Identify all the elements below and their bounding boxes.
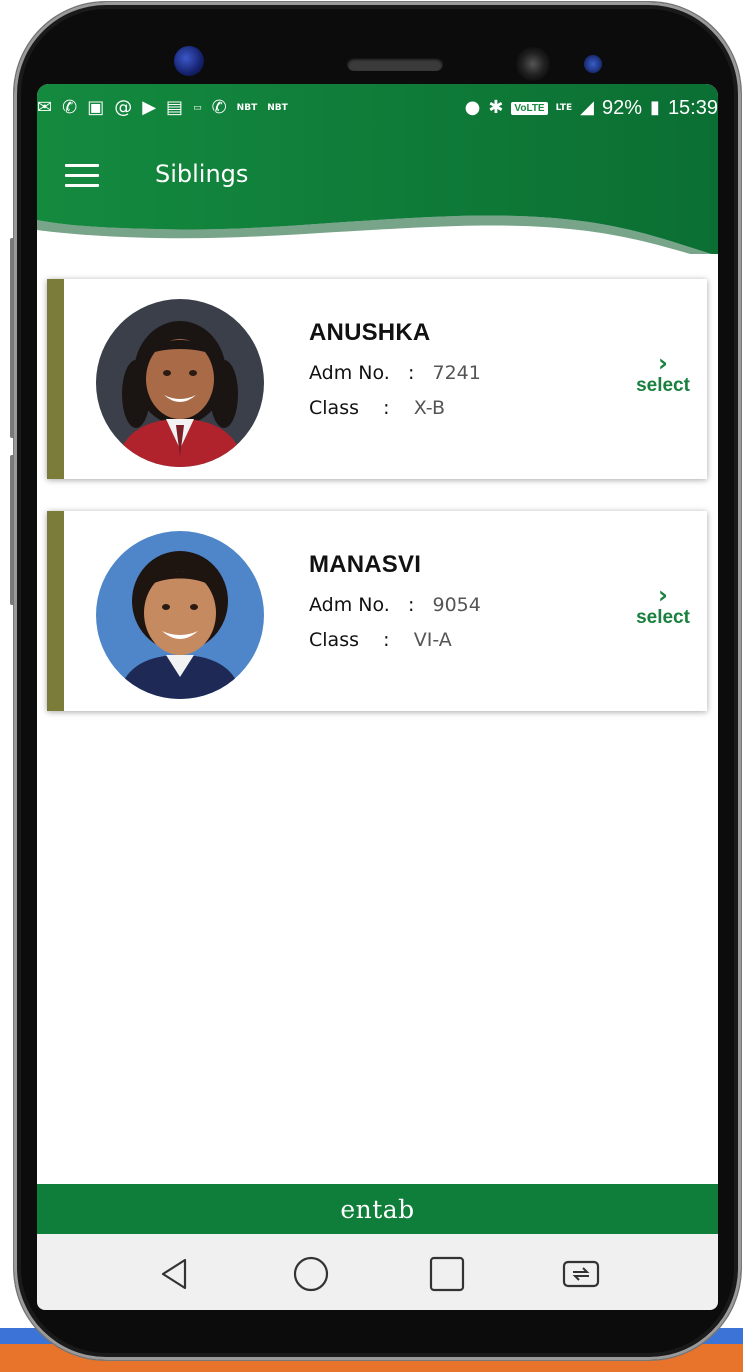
select-button[interactable]: › select	[633, 351, 693, 397]
amazon-icon: ▭	[193, 103, 202, 113]
sibling-card[interactable]: ANUSHKA Adm No. : 7241 Class : X-B › sel…	[47, 279, 707, 479]
lte-label: LTE	[555, 103, 573, 113]
missed-call-icon: ✆	[211, 97, 227, 118]
network-label-2: NBT	[267, 103, 288, 113]
iris-sensor	[516, 47, 550, 81]
battery-icon: ▮	[650, 97, 660, 118]
home-icon[interactable]	[291, 1254, 331, 1294]
class-value: X-B	[413, 397, 446, 419]
student-avatar	[96, 531, 264, 699]
footer-bar: entab	[37, 1184, 718, 1234]
select-button[interactable]: › select	[633, 583, 693, 629]
back-icon[interactable]	[155, 1254, 195, 1294]
signal-icon: ◢	[580, 97, 594, 118]
app-screen: ✉ ✆ ▣ @ ▶ ▤ ▭ ✆ NBT NBT ● ✱ VoLTE LTE ◢ …	[37, 84, 718, 1244]
student-avatar	[96, 299, 264, 467]
proximity-sensor	[584, 55, 602, 73]
class-row: Class : X-B	[309, 397, 446, 419]
sibling-card[interactable]: MANASVI Adm No. : 9054 Class : VI-A › se…	[47, 511, 707, 711]
class-row: Class : VI-A	[309, 629, 452, 651]
clock: 15:39	[667, 96, 718, 119]
bluetooth-icon: ✱	[488, 97, 504, 118]
front-camera	[174, 46, 204, 76]
app-header: ✉ ✆ ▣ @ ▶ ▤ ▭ ✆ NBT NBT ● ✱ VoLTE LTE ◢ …	[37, 84, 718, 254]
page-title: Siblings	[155, 160, 249, 188]
select-label: select	[636, 375, 690, 396]
battery-percent: 92%	[602, 96, 643, 119]
status-right: ● ✱ VoLTE LTE ◢ 92% ▮ 15:39	[465, 92, 718, 124]
student-name: ANUSHKA	[309, 319, 431, 346]
adm-number: 9054	[432, 594, 481, 616]
chevron-right-icon: ›	[658, 349, 668, 377]
location-icon: ●	[464, 97, 481, 118]
adm-label: Adm No.	[309, 362, 390, 384]
recents-icon[interactable]	[427, 1254, 467, 1294]
adm-row: Adm No. : 7241	[309, 362, 481, 384]
class-label: Class	[309, 629, 359, 651]
app-icon: ▣	[87, 97, 105, 118]
message-icon: ▤	[166, 97, 184, 118]
brand-logo: entab	[340, 1194, 415, 1224]
adm-number: 7241	[432, 362, 481, 384]
status-bar: ✉ ✆ ▣ @ ▶ ▤ ▭ ✆ NBT NBT ● ✱ VoLTE LTE ◢ …	[37, 92, 718, 124]
class-value: VI-A	[413, 629, 452, 651]
app-switch-icon[interactable]	[561, 1254, 601, 1294]
volte-badge: VoLTE	[511, 101, 548, 115]
chevron-right-icon: ›	[658, 581, 668, 609]
notification-icons: ✉ ✆ ▣ @ ▶ ▤ ▭ ✆ NBT NBT	[37, 92, 288, 124]
whatsapp-icon: ✆	[62, 97, 78, 118]
play-icon: ▶	[142, 97, 157, 118]
select-label: select	[636, 607, 690, 628]
network-label-1: NBT	[236, 103, 258, 113]
hamburger-icon[interactable]	[65, 164, 99, 190]
entab-app-icon: @	[114, 97, 133, 118]
earpiece-speaker	[347, 57, 443, 71]
system-nav-bar	[37, 1234, 718, 1310]
student-name: MANASVI	[309, 551, 422, 578]
adm-row: Adm No. : 9054	[309, 594, 481, 616]
class-label: Class	[309, 397, 359, 419]
email-icon: ✉	[37, 97, 53, 118]
adm-label: Adm No.	[309, 594, 390, 616]
